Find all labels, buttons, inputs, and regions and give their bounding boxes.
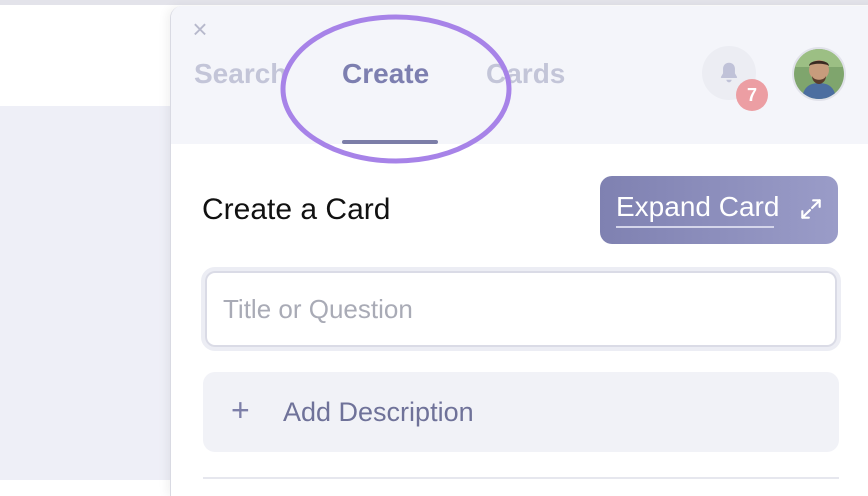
bell-icon [720,62,738,83]
title-input[interactable] [205,271,837,347]
close-button[interactable]: × [189,16,211,42]
expand-arrows-icon [801,199,821,219]
plus-icon: + [231,392,250,428]
expand-card-label: Expand Card [616,191,780,222]
tab-cards[interactable]: Cards [486,58,565,90]
tab-search[interactable]: Search [194,58,287,90]
notification-count-badge: 7 [736,79,768,111]
background-content [0,106,180,480]
create-panel: × Search Create Cards 7 Create a Card Ex… [170,6,868,496]
title-field-wrapper [201,267,841,351]
user-avatar[interactable] [792,47,846,101]
expand-card-button[interactable]: Expand Card [600,176,838,244]
tab-create[interactable]: Create [342,58,429,90]
close-icon: × [192,14,208,44]
add-description-label: Add Description [283,397,474,427]
expand-label-underline [616,226,774,228]
active-tab-underline [342,140,438,144]
add-description-button[interactable]: + Add Description [203,372,839,452]
section-divider [203,477,839,479]
page-title: Create a Card [202,193,391,226]
avatar-photo [794,49,844,99]
background-header [0,5,180,107]
